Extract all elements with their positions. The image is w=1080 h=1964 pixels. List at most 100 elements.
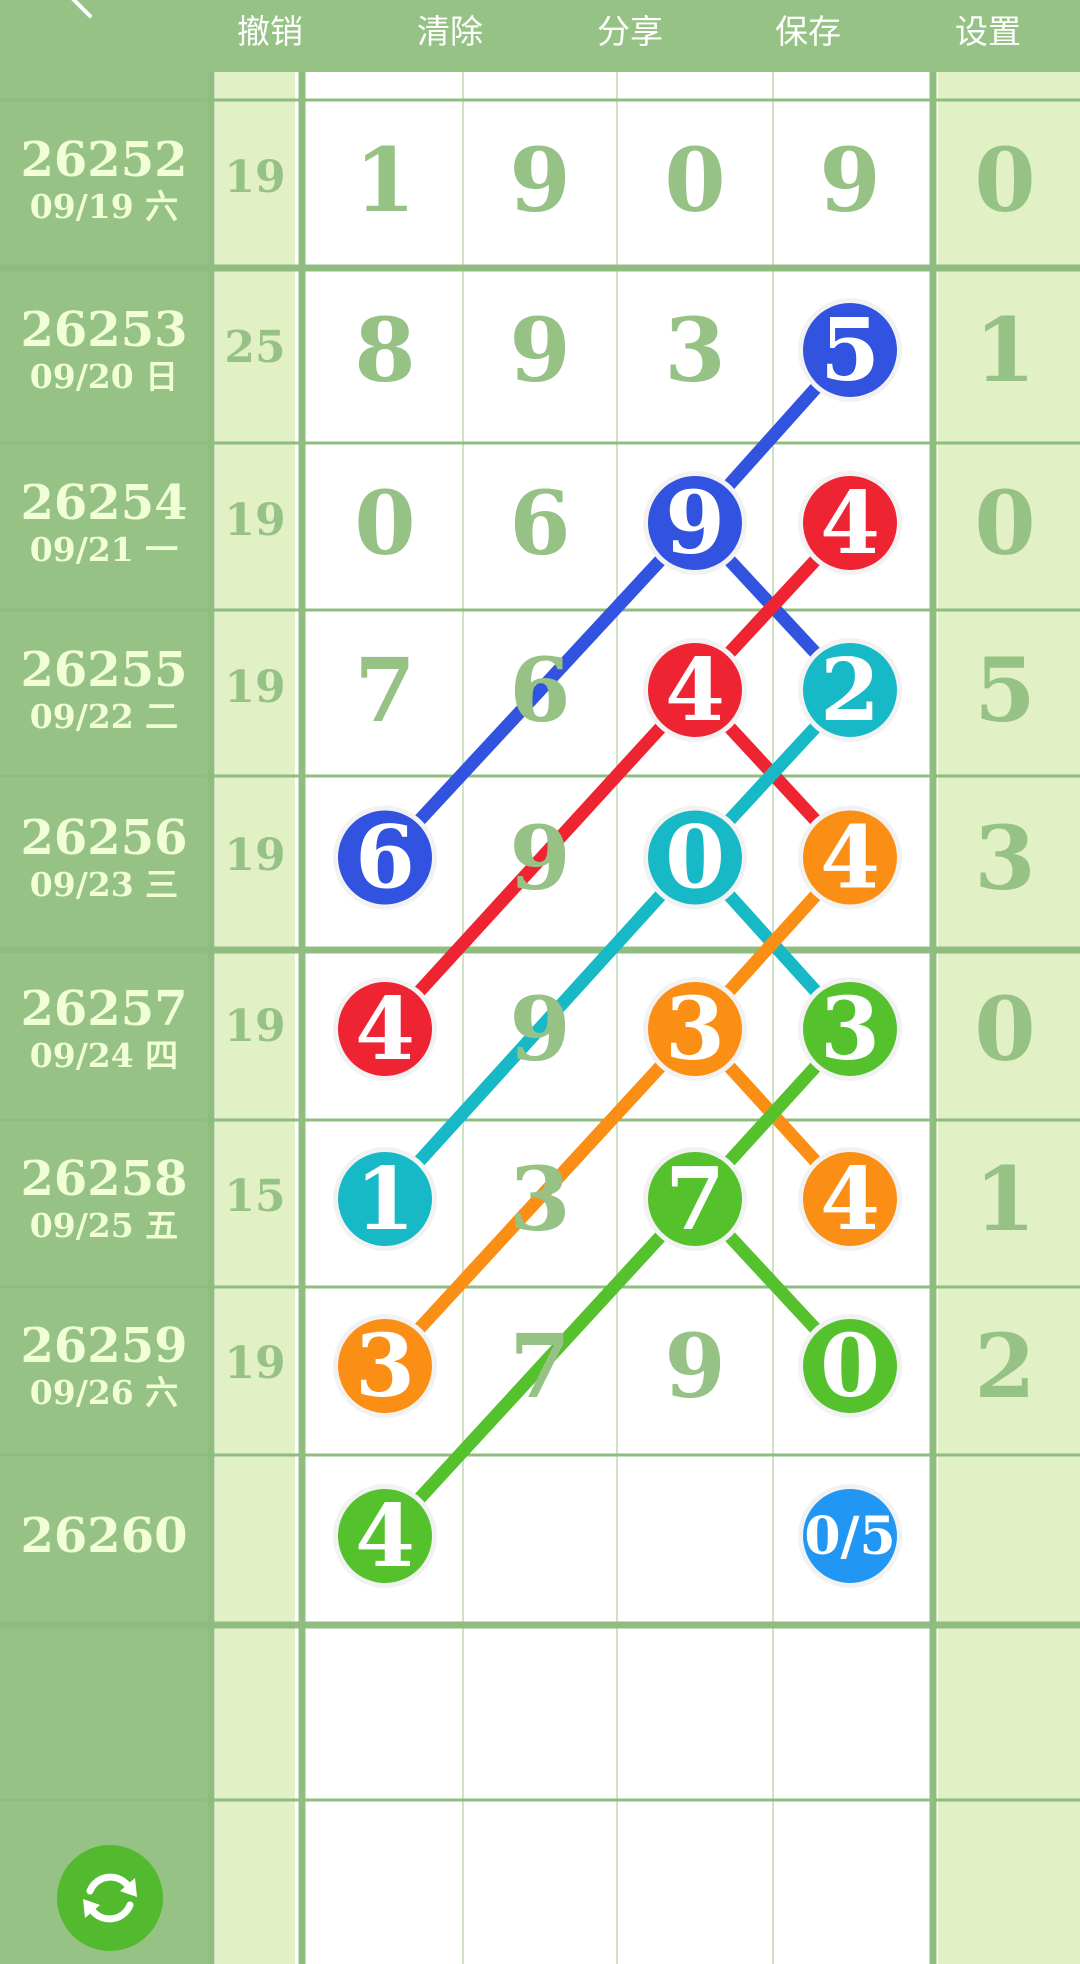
period-date: 09/26 六 — [29, 1373, 179, 1412]
number-ball[interactable]: 4 — [643, 638, 747, 742]
number-ball[interactable]: 4 — [798, 1147, 902, 1251]
digit-cell[interactable]: 0 — [335, 473, 435, 573]
digit-cell[interactable]: 9 — [800, 130, 900, 230]
ball-label: 3 — [665, 979, 725, 1080]
clear-button[interactable]: 清除 — [400, 8, 500, 56]
number-ball[interactable]: 0 — [643, 805, 747, 910]
period-label: 26259 09/26 六 — [0, 1319, 208, 1413]
refresh-icon — [83, 1873, 137, 1923]
number-ball[interactable]: 3 — [643, 977, 747, 1081]
period-label: 26253 09/20 日 — [0, 303, 208, 397]
period-date: 09/22 二 — [29, 697, 179, 736]
digit-cell[interactable]: 6 — [490, 640, 590, 740]
number-ball[interactable]: 4 — [798, 805, 902, 910]
period-number: 26253 — [20, 302, 188, 358]
period-number: 26259 — [20, 1318, 188, 1374]
sum-value: 19 — [224, 495, 286, 546]
period-number: 26254 — [20, 475, 188, 531]
digit-cell[interactable]: 1 — [335, 130, 435, 230]
number-ball[interactable]: 9 — [643, 471, 747, 575]
refresh-button[interactable] — [57, 1845, 163, 1951]
period-date: 09/19 六 — [29, 187, 179, 226]
number-ball[interactable]: 3 — [333, 1314, 437, 1418]
ball-label: 5 — [820, 300, 880, 401]
extra-digit — [955, 1486, 1055, 1586]
period-number: 26255 — [20, 642, 188, 698]
digit-cell[interactable]: 3 — [490, 1149, 590, 1249]
ball-label: 1 — [355, 1149, 415, 1250]
digit-cell[interactable]: 9 — [490, 808, 590, 908]
digit-cell[interactable]: 0 — [645, 130, 745, 230]
ball-label: 6 — [355, 808, 415, 909]
ball-label: 4 — [355, 1486, 415, 1587]
period-date: 09/20 日 — [29, 357, 179, 396]
save-button[interactable]: 保存 — [758, 8, 858, 56]
digit-cell[interactable] — [490, 1486, 590, 1586]
extra-digit: 0 — [974, 471, 1036, 575]
sum-value: 19 — [224, 1338, 286, 1389]
period-number: 26252 — [20, 132, 188, 188]
ball-label: 4 — [665, 640, 725, 741]
period-label: 26258 09/25 五 — [0, 1152, 208, 1246]
period-date: 09/25 五 — [29, 1206, 179, 1245]
share-button[interactable]: 分享 — [580, 8, 680, 56]
digit-cell[interactable]: 7 — [490, 1316, 590, 1416]
digit-cell[interactable]: 9 — [490, 979, 590, 1079]
digit-cell[interactable]: 8 — [335, 300, 435, 400]
ball-label: 4 — [820, 808, 880, 909]
selection-counter[interactable]: 0/5 — [798, 1484, 902, 1588]
ball-label: 4 — [820, 1149, 880, 1250]
extra-digit: 1 — [974, 1147, 1036, 1251]
top-toolbar: 撤销 清除 分享 保存 设置 — [0, 0, 1080, 72]
sum-value: 19 — [224, 662, 286, 713]
digit-cell[interactable]: 9 — [645, 1316, 745, 1416]
period-label: 26260 — [0, 1509, 208, 1563]
ball-label: 2 — [820, 640, 880, 741]
digit-cell[interactable]: 6 — [490, 473, 590, 573]
digit-cell[interactable]: 9 — [490, 130, 590, 230]
extra-digit: 1 — [974, 298, 1036, 402]
ball-label: 0 — [820, 1316, 880, 1417]
extra-digit: 3 — [974, 805, 1036, 910]
sum-value: 25 — [224, 322, 286, 373]
ball-label: 3 — [820, 979, 880, 1080]
ball-label: 4 — [355, 979, 415, 1080]
digit-cell[interactable]: 3 — [645, 300, 745, 400]
number-ball[interactable]: 4 — [333, 1484, 437, 1588]
number-ball[interactable]: 2 — [798, 638, 902, 742]
sum-value: 19 — [224, 152, 286, 203]
ball-label: 0/5 — [804, 1506, 895, 1567]
period-date: 09/23 三 — [29, 864, 179, 904]
extra-digit: 2 — [974, 1314, 1036, 1418]
ball-label: 4 — [820, 473, 880, 574]
extra-digit: 5 — [974, 638, 1036, 742]
period-label: 26255 09/22 二 — [0, 643, 208, 737]
number-ball[interactable]: 5 — [798, 298, 902, 402]
number-ball[interactable]: 1 — [333, 1147, 437, 1251]
number-ball[interactable]: 4 — [798, 471, 902, 575]
number-ball[interactable]: 4 — [333, 977, 437, 1081]
period-number: 26256 — [20, 809, 188, 866]
period-number: 26258 — [20, 1151, 188, 1207]
number-ball[interactable]: 0 — [798, 1314, 902, 1418]
ball-label: 7 — [665, 1149, 725, 1250]
back-arrow-icon[interactable] — [60, 0, 100, 34]
ball-label: 9 — [665, 473, 725, 574]
number-ball[interactable]: 7 — [643, 1147, 747, 1251]
ball-label: 0 — [665, 808, 725, 909]
sum-value: 15 — [224, 1171, 286, 1222]
digit-cell[interactable] — [645, 1486, 745, 1586]
sum-value: 19 — [224, 829, 286, 881]
period-label: 26256 09/23 三 — [0, 811, 208, 905]
number-ball[interactable]: 3 — [798, 977, 902, 1081]
digit-cell[interactable]: 7 — [335, 640, 435, 740]
period-label: 26254 09/21 一 — [0, 476, 208, 570]
settings-button[interactable]: 设置 — [938, 8, 1038, 56]
sum-value: 19 — [224, 1001, 286, 1052]
period-label: 26257 09/24 四 — [0, 982, 208, 1076]
digit-cell[interactable]: 9 — [490, 300, 590, 400]
period-date: 09/21 一 — [29, 530, 179, 569]
undo-button[interactable]: 撤销 — [220, 8, 320, 56]
number-ball[interactable]: 6 — [333, 805, 437, 910]
period-number: 26257 — [20, 981, 188, 1037]
